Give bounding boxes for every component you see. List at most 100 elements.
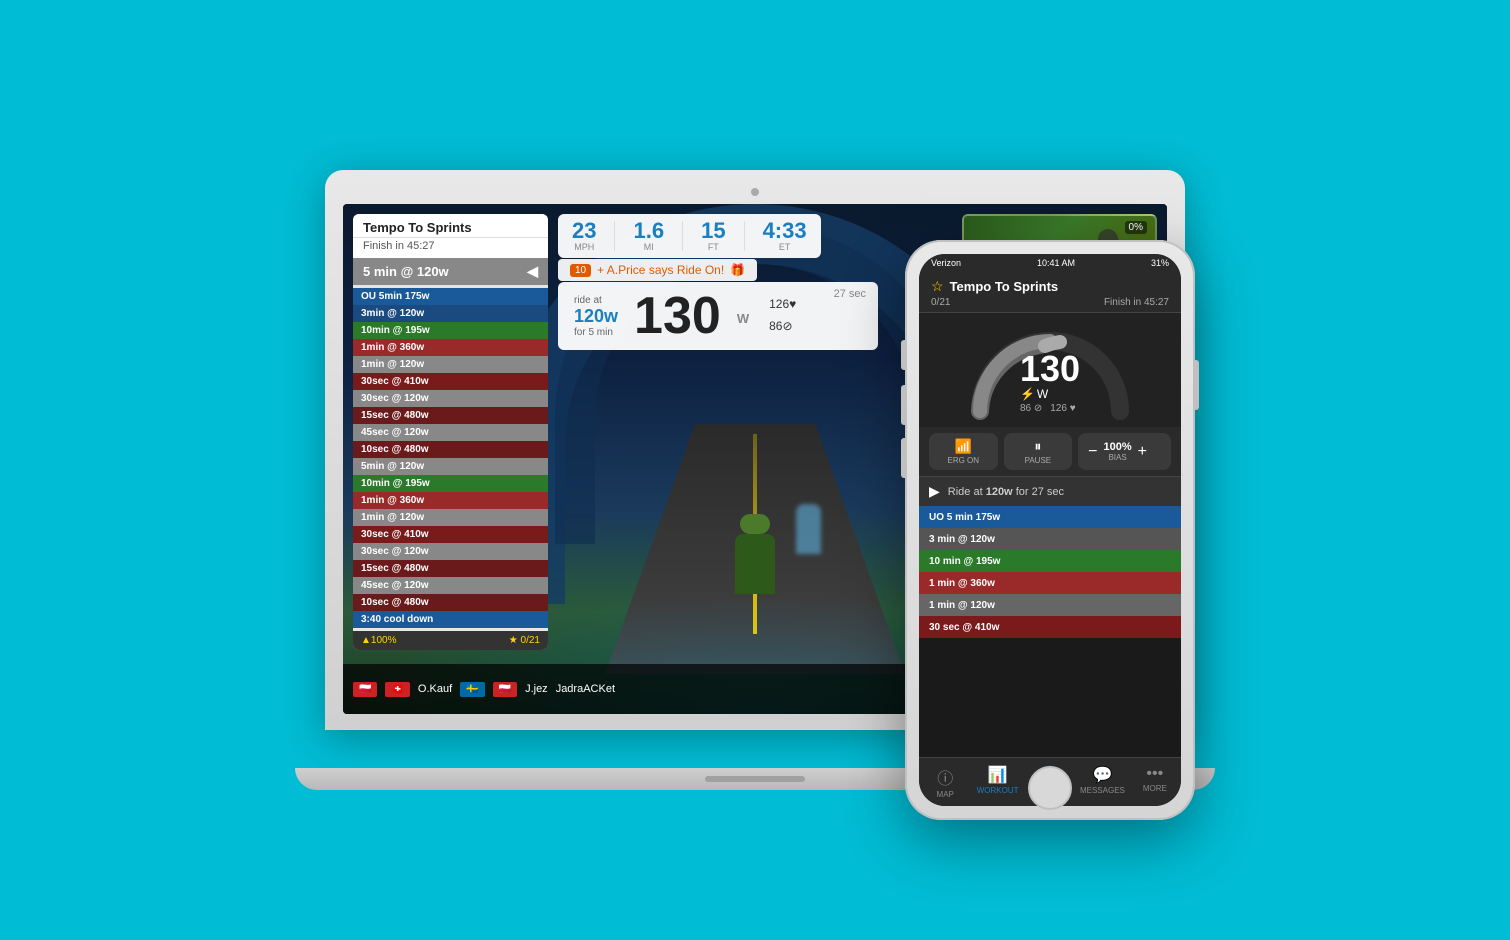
phone-carrier: Verizon [931, 258, 961, 268]
distance-value: 1.6 [633, 220, 664, 242]
nav-icon: 💬 [1092, 765, 1112, 785]
stat-divider [614, 221, 615, 251]
speed-stat: 23 mph [572, 220, 596, 252]
flag-icon2: 🇨🇭 [385, 682, 409, 697]
current-watts-display: 130 [634, 290, 721, 342]
next-interval: ▶ Ride at 120w for 27 sec [919, 476, 1181, 506]
step-item: 1min @ 120w [353, 509, 548, 526]
step-item: 45sec @ 120w [353, 577, 548, 594]
power-sub-stats: 126♥ 86⊘ [769, 294, 796, 337]
step-item: 3:40 cool down [353, 611, 548, 628]
phone-home-button[interactable] [1028, 766, 1072, 810]
lightning-icon: ⚡ [1020, 387, 1035, 401]
distance-unit: MI [644, 242, 654, 252]
phone-finish: Finish in 45:27 [1104, 297, 1169, 308]
pause-label: PAUSE [1014, 456, 1063, 465]
hr-display: 126 ♥ [1050, 403, 1075, 414]
speed-unit: mph [574, 242, 594, 252]
step-footer: ▲100% ★ 0/21 [353, 631, 548, 650]
nav-icon: ⓘ [937, 765, 953, 789]
rider-name-1: O.Kauf [418, 683, 452, 695]
message-hud: 10 + A.Price says Ride On! 🎁 [558, 259, 757, 281]
time-value: 4:33 [763, 220, 807, 242]
phone-power-button[interactable] [1195, 360, 1199, 410]
play-icon: ▶ [929, 483, 940, 500]
stats-hud: 23 mph 1.6 MI 15 FT 4:33 [558, 214, 821, 258]
step-item: 30sec @ 410w [353, 373, 548, 390]
phone-step-item: 30 sec @ 410w [919, 616, 1181, 638]
phone-nav-more[interactable]: ••• MORE [1129, 762, 1181, 802]
workout-panel: Tempo To Sprints Finish in 45:27 5 min @… [353, 214, 548, 650]
pause-icon: ⏸ [1014, 438, 1063, 455]
gauge-container: 130 ⚡ W 86 ⊘ 126 ♥ [960, 321, 1140, 421]
nav-label: MORE [1143, 784, 1167, 793]
step-item: 15sec @ 480w [353, 560, 548, 577]
workout-finish: Finish in 45:27 [353, 238, 548, 258]
elevation-stat: 15 FT [701, 220, 725, 252]
distance-stat: 1.6 MI [633, 220, 664, 252]
step-item: OU 5min 175w [353, 288, 548, 305]
erg-label: ERG ON [939, 456, 988, 465]
flag-icon3: 🇸🇪 [460, 682, 484, 697]
message-text: + A.Price says Ride On! [597, 263, 724, 277]
erg-button[interactable]: 📶 ERG ON [929, 433, 998, 470]
bias-value: 100% [1104, 441, 1132, 453]
gauge-center: 130 ⚡ W 86 ⊘ 126 ♥ [1020, 351, 1080, 414]
phone-header: ☆ Tempo To Sprints 0/21 Finish in 45:27 [919, 272, 1181, 313]
step-item: 30sec @ 410w [353, 526, 548, 543]
elevation-unit: FT [708, 242, 719, 252]
step-item: 3min @ 120w [353, 305, 548, 322]
flag-icon4: 🇵🇱 [493, 682, 517, 697]
phone-progress: 0/21 [931, 297, 950, 308]
ghost-rider [796, 504, 821, 554]
phone-nav-map[interactable]: ⓘ MAP [919, 762, 971, 802]
bias-center: 100% BIAS [1104, 441, 1132, 462]
step-item: 1min @ 120w [353, 356, 548, 373]
step-item: 10sec @ 480w [353, 594, 548, 611]
phone-workout-sub: 0/21 Finish in 45:27 [931, 297, 1169, 308]
step-item: 10sec @ 480w [353, 441, 548, 458]
phone-volume-down-button[interactable] [901, 385, 905, 425]
erg-icon: 📶 [939, 438, 988, 455]
laptop-camera [751, 188, 759, 196]
phone-step-item: 3 min @ 120w [919, 528, 1181, 550]
phone-screen: Verizon 10:41 AM 31% ☆ Tempo To Sprints … [919, 254, 1181, 806]
step-item: 10min @ 195w [353, 322, 548, 339]
gauge-watts: 130 [1020, 351, 1080, 387]
gauge-unit-lightning: ⚡ W [1020, 387, 1080, 401]
step-item: 1min @ 360w [353, 339, 548, 356]
message-badge: 10 [570, 264, 591, 277]
workout-title: Tempo To Sprints [353, 214, 548, 238]
time-stat: 4:33 ET [763, 220, 807, 252]
map-zoom: 0% [1125, 221, 1147, 234]
bias-minus-button[interactable]: − [1088, 443, 1097, 461]
watts-label: W [737, 311, 749, 326]
gauge-sub: 86 ⊘ 126 ♥ [1020, 403, 1080, 414]
power-target-info: ride at 120w for 5 min [574, 295, 618, 338]
laptop: Tempo To Sprints Finish in 45:27 5 min @… [325, 170, 1185, 790]
rider-name-2: J.jez [525, 683, 548, 695]
current-step: 5 min @ 120w ◀ [353, 258, 548, 285]
step-item: 15sec @ 480w [353, 407, 548, 424]
phone-status-bar: Verizon 10:41 AM 31% [919, 254, 1181, 272]
nav-label: MAP [937, 790, 954, 799]
phone-nav-workout[interactable]: 📊 WORKOUT [971, 762, 1023, 802]
next-interval-text: Ride at 120w for 27 sec [948, 486, 1064, 498]
step-item: 5min @ 120w [353, 458, 548, 475]
bias-plus-button[interactable]: + [1138, 443, 1147, 461]
phone-battery: 31% [1151, 258, 1169, 268]
phone-nav-messages[interactable]: 💬 MESSAGES [1076, 762, 1128, 802]
phone-mute-button[interactable] [901, 438, 905, 478]
step-item: 10min @ 195w [353, 475, 548, 492]
pause-button[interactable]: ⏸ PAUSE [1004, 433, 1073, 470]
bias-control[interactable]: − 100% BIAS + [1078, 433, 1171, 470]
nav-icon: ••• [1146, 765, 1163, 783]
cadence-display: 86 ⊘ [1020, 403, 1042, 414]
step-list: OU 5min 175w3min @ 120w10min @ 195w1min … [353, 285, 548, 631]
phone-step-item: 1 min @ 360w [919, 572, 1181, 594]
step-item: 30sec @ 120w [353, 390, 548, 407]
phone-workout-title: Tempo To Sprints [950, 279, 1059, 294]
step-item: 30sec @ 120w [353, 543, 548, 560]
gift-icon: 🎁 [730, 263, 745, 277]
phone-volume-up-button[interactable] [901, 340, 905, 370]
